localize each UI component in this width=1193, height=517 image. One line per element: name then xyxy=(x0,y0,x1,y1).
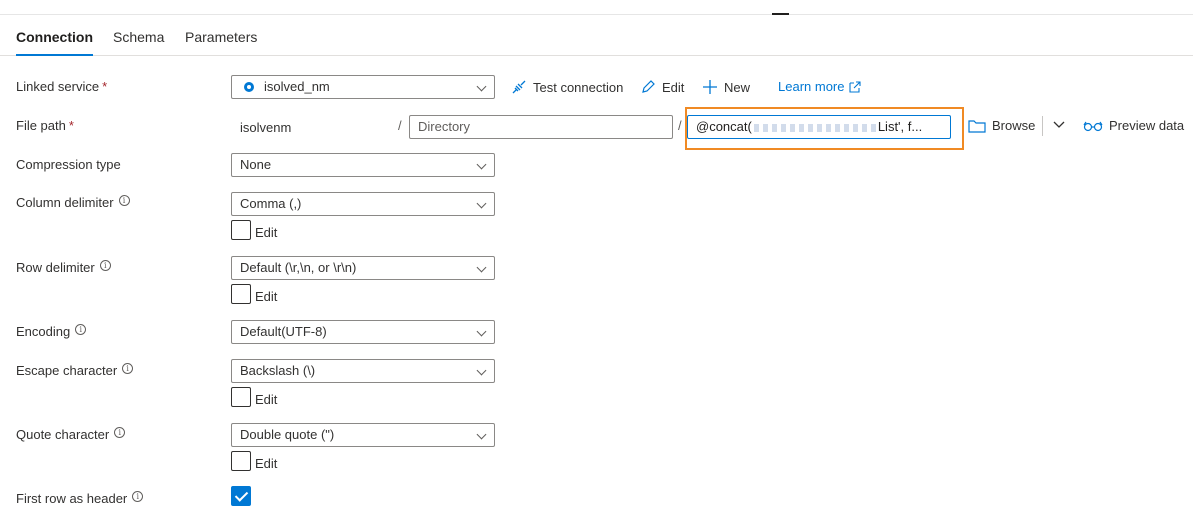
chevron-down-icon xyxy=(476,159,487,170)
pencil-icon xyxy=(642,80,655,93)
first-row-header-label: First row as header i xyxy=(16,491,144,506)
top-strip xyxy=(0,0,1193,15)
column-delimiter-label: Column delimiter i xyxy=(16,195,130,210)
info-icon: i xyxy=(75,324,87,335)
compression-type-label: Compression type xyxy=(16,157,121,172)
linked-service-label: Linked service * xyxy=(16,79,108,94)
encoding-dropdown[interactable]: Default(UTF-8) xyxy=(231,320,495,344)
file-path-label: File path * xyxy=(16,118,74,133)
chevron-down-icon xyxy=(476,429,487,440)
quote-character-label: Quote character i xyxy=(16,427,126,442)
column-delimiter-dropdown[interactable]: Comma (,) xyxy=(231,192,495,216)
escape-character-edit-checkbox[interactable] xyxy=(231,387,251,407)
quote-character-dropdown[interactable]: Double quote (") xyxy=(231,423,495,447)
escape-character-dropdown[interactable]: Backslash (\) xyxy=(231,359,495,383)
edit-linked-service-button[interactable]: Edit xyxy=(640,79,684,95)
container-name: isolvenm xyxy=(240,120,292,135)
redacted-text xyxy=(753,123,876,132)
chevron-down-icon xyxy=(1053,121,1065,128)
info-icon: i xyxy=(118,195,130,206)
row-delimiter-dropdown[interactable]: Default (\r,\n, or \r\n) xyxy=(231,256,495,280)
chevron-down-icon xyxy=(476,81,487,92)
escape-character-edit-label: Edit xyxy=(255,392,278,407)
plus-icon xyxy=(703,80,717,94)
tab-schema[interactable]: Schema xyxy=(113,29,164,45)
glasses-icon xyxy=(1083,121,1103,132)
preview-data-button[interactable]: Preview data xyxy=(1083,118,1184,133)
row-delimiter-edit-checkbox[interactable] xyxy=(231,284,251,304)
encoding-label: Encoding i xyxy=(16,324,87,339)
browse-button[interactable]: Browse xyxy=(968,118,1035,133)
chevron-down-icon xyxy=(476,326,487,337)
path-separator: / xyxy=(398,118,402,133)
browse-options-chevron[interactable] xyxy=(1052,118,1066,135)
quote-character-edit-checkbox[interactable] xyxy=(231,451,251,471)
tab-connection[interactable]: Connection xyxy=(16,29,93,56)
info-icon: i xyxy=(122,363,134,374)
column-delimiter-edit-label: Edit xyxy=(255,225,278,240)
info-icon: i xyxy=(132,491,144,502)
folder-icon xyxy=(968,120,986,133)
chevron-down-icon xyxy=(476,198,487,209)
row-delimiter-edit-label: Edit xyxy=(255,289,278,304)
learn-more-link[interactable]: Learn more xyxy=(778,79,862,94)
column-delimiter-edit-checkbox[interactable] xyxy=(231,220,251,240)
linked-service-icon xyxy=(244,82,254,92)
chevron-down-icon xyxy=(476,365,487,376)
toolbar-divider xyxy=(1042,116,1043,136)
linked-service-dropdown[interactable]: isolved_nm xyxy=(231,75,495,99)
compression-type-dropdown[interactable]: None xyxy=(231,153,495,177)
external-link-icon xyxy=(849,81,862,93)
first-row-header-checkbox[interactable] xyxy=(231,486,251,506)
plug-icon xyxy=(512,80,526,94)
path-separator: / xyxy=(678,118,682,133)
row-delimiter-label: Row delimiter i xyxy=(16,260,111,275)
new-linked-service-button[interactable]: New xyxy=(702,79,750,95)
escape-character-label: Escape character i xyxy=(16,363,134,378)
file-name-input[interactable]: @concat(List', f... xyxy=(687,115,951,139)
quote-character-edit-label: Edit xyxy=(255,456,278,471)
chevron-down-icon xyxy=(476,262,487,273)
test-connection-button[interactable]: Test connection xyxy=(511,79,623,95)
directory-input[interactable]: Directory xyxy=(409,115,673,139)
tab-parameters[interactable]: Parameters xyxy=(185,29,257,45)
info-icon: i xyxy=(114,427,126,438)
info-icon: i xyxy=(99,260,111,271)
tab-bar: Connection Schema Parameters xyxy=(0,15,1193,56)
